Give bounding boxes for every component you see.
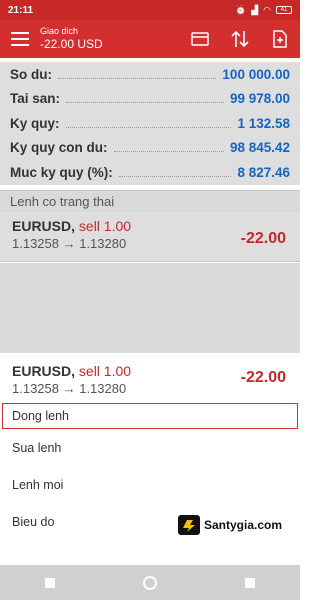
dotted-leader — [113, 151, 224, 153]
menu-icon[interactable] — [0, 20, 40, 58]
position-row[interactable]: EURUSD, sell 1.00 1.13258 → 1.13280 -22.… — [0, 212, 300, 262]
summary-label: Ky quy: — [10, 115, 60, 131]
status-time: 21:11 — [8, 4, 34, 16]
watermark: Santygia.com — [178, 515, 282, 535]
app-title: Giao dich -22.00 USD — [40, 26, 103, 51]
app-title-label: Giao dich — [40, 26, 79, 37]
summary-label: So du: — [10, 66, 52, 82]
dotted-leader — [65, 126, 232, 128]
new-order-icon[interactable] — [260, 20, 300, 58]
menu-item-modify-order[interactable]: Sua lenh — [0, 429, 300, 466]
summary-value: 98 845.42 — [229, 140, 290, 156]
alarm-icon: ⏰ — [235, 4, 247, 15]
wallet-icon[interactable] — [180, 20, 220, 58]
summary-label: Muc ky quy (%): — [10, 164, 113, 180]
section-header-positions: Lenh co trang thai — [0, 190, 300, 212]
dotted-leader — [58, 77, 217, 79]
summary-value: 99 978.00 — [229, 91, 290, 107]
back-icon[interactable] — [235, 568, 265, 598]
summary-value: 100 000.00 — [222, 66, 290, 82]
summary-value: 8 827.46 — [237, 164, 290, 180]
summary-row-margin-level: Muc ky quy (%): 8 827.46 — [0, 160, 300, 185]
dotted-leader — [66, 102, 224, 104]
summary-row-margin: Ky quy: 1 132.58 — [0, 111, 300, 136]
summary-label: Ky quy con du: — [10, 140, 108, 156]
status-bar: 21:11 ⏰ ▟ ◠ 41 — [0, 0, 300, 20]
dimmed-background[interactable] — [0, 263, 300, 353]
summary-row-free-margin: Ky quy con du: 98 845.42 — [0, 136, 300, 161]
context-position-side: sell 1.00 — [78, 363, 132, 379]
menu-item-close-order[interactable]: Dong lenh — [2, 403, 298, 429]
home-icon[interactable] — [135, 568, 165, 598]
watermark-logo-icon — [178, 515, 200, 535]
signal-icon: ▟ — [251, 4, 259, 15]
summary-row-balance: So du: 100 000.00 — [0, 62, 300, 87]
wifi-icon: ◠ — [263, 4, 271, 15]
menu-item-new-order[interactable]: Lenh moi — [0, 466, 300, 503]
dotted-leader — [118, 175, 232, 177]
account-summary: So du: 100 000.00 Tai san: 99 978.00 Ky … — [0, 62, 300, 185]
summary-label: Tai san: — [10, 91, 61, 107]
app-title-profit: -22.00 USD — [40, 37, 103, 52]
summary-row-equity: Tai san: 99 978.00 — [0, 87, 300, 112]
toolbar — [180, 20, 300, 58]
recents-icon[interactable] — [35, 568, 65, 598]
watermark-text: Santygia.com — [204, 518, 283, 532]
context-position-symbol: EURUSD, — [12, 363, 76, 379]
context-menu-header: EURUSD, sell 1.00 1.13258 → 1.13280 -22.… — [0, 353, 300, 401]
app-bar: Giao dich -22.00 USD — [0, 20, 300, 58]
sort-arrows-icon[interactable] — [220, 20, 260, 58]
context-position-profit: -22.00 — [240, 369, 286, 386]
position-symbol: EURUSD, — [12, 218, 76, 234]
summary-value: 1 132.58 — [237, 115, 290, 131]
system-nav-bar — [0, 565, 300, 600]
status-icons: ⏰ ▟ ◠ 41 — [235, 5, 292, 16]
position-profit: -22.00 — [240, 230, 286, 247]
position-side: sell 1.00 — [78, 218, 132, 234]
battery-icon: 41 — [276, 6, 292, 14]
